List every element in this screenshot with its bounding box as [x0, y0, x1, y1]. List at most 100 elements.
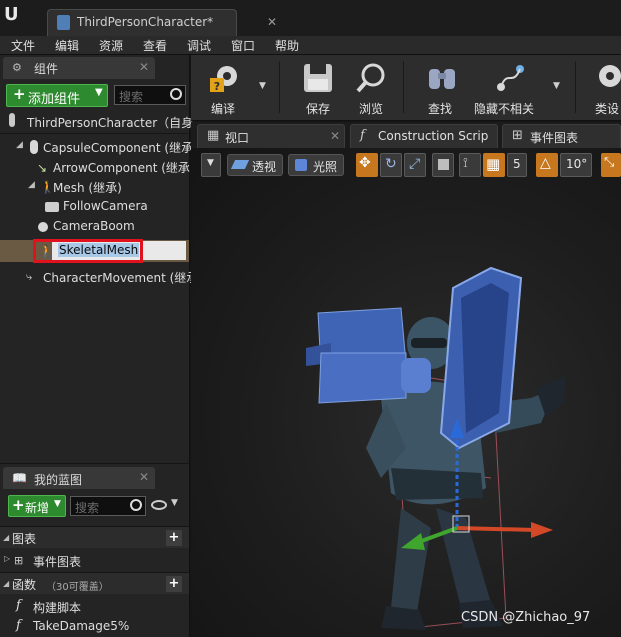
- tree-item-follow-camera[interactable]: FollowCamera: [0, 197, 189, 217]
- surface-snap-button[interactable]: ⟟: [459, 153, 481, 177]
- browse-icon: [356, 63, 385, 93]
- close-icon[interactable]: ✕: [267, 15, 277, 29]
- tree-item-camera-boom[interactable]: CameraBoom: [0, 217, 189, 237]
- my-blueprint-tab[interactable]: 📖 我的蓝图 ✕: [3, 467, 155, 489]
- class-settings-label: 类设: [595, 102, 620, 116]
- function-label: TakeDamage5%: [33, 619, 130, 633]
- rotation-snap-value-label: 10°: [566, 157, 588, 171]
- find-button[interactable]: 查找: [417, 57, 467, 119]
- components-panel: ⚙ 组件 ✕ + 添加组件 ▼ 搜索 ThirdPersonCharacter（…: [0, 55, 203, 463]
- components-tab-label: 组件: [34, 62, 59, 76]
- nodes-icon: [497, 65, 524, 91]
- function-item-take-damage[interactable]: f TakeDamage5%: [0, 616, 189, 636]
- unreal-logo-icon[interactable]: U: [4, 4, 26, 26]
- function-icon: f: [360, 128, 365, 143]
- collapse-arrow-icon: ◢: [3, 533, 10, 542]
- tab-construction-script[interactable]: f Construction Scrip: [350, 124, 498, 148]
- grid-snap-value[interactable]: 5: [507, 153, 527, 177]
- character-boot: [381, 606, 426, 630]
- surface-snap-icon: ⟟: [463, 156, 468, 171]
- blueprint-search-input[interactable]: 搜索: [70, 496, 146, 516]
- character-icon: [9, 113, 15, 127]
- watermark: CSDN @Zhichao_97: [461, 610, 591, 625]
- tree-item-capsule[interactable]: ◢ CapsuleComponent (继承): [0, 137, 198, 157]
- chevron-down-icon: ▼: [207, 158, 214, 168]
- my-blueprint-tab-label: 我的蓝图: [34, 473, 83, 487]
- chevron-down-icon[interactable]: ▼: [553, 81, 560, 91]
- function-item-construction-script[interactable]: f 构建脚本: [0, 596, 189, 616]
- search-placeholder: 搜索: [75, 501, 100, 515]
- character-goggles: [411, 338, 447, 348]
- move-icon: ✥: [359, 155, 371, 171]
- hide-unrelated-button[interactable]: 隐藏不相关: [473, 57, 547, 119]
- component-search-input[interactable]: 搜索: [114, 85, 186, 105]
- menu-view[interactable]: 查看: [143, 37, 167, 54]
- menu-debug[interactable]: 调试: [187, 37, 211, 54]
- graph-icon: ⊞: [512, 128, 523, 143]
- tab-viewport-label: 视口: [225, 131, 250, 145]
- tree-item-label: Mesh (继承): [53, 181, 122, 195]
- hide-unrelated-label: 隐藏不相关: [474, 102, 535, 116]
- tree-item-label: FollowCamera: [63, 199, 148, 213]
- camera-icon: [45, 202, 59, 212]
- scale-icon: ⤢: [409, 156, 421, 172]
- menu-help[interactable]: 帮助: [275, 37, 299, 54]
- add-new-button[interactable]: + 新增 ▼: [8, 495, 66, 517]
- browse-button[interactable]: 浏览: [347, 57, 397, 119]
- lit-button[interactable]: 光照: [288, 154, 344, 176]
- save-button[interactable]: 保存: [293, 57, 343, 119]
- character-belt: [391, 468, 483, 500]
- add-graph-button[interactable]: +: [166, 530, 182, 546]
- menu-file[interactable]: 文件: [11, 37, 35, 54]
- scale-snap-toggle[interactable]: ⤡: [601, 153, 621, 177]
- add-component-label: 添加组件: [28, 92, 81, 107]
- class-settings-button[interactable]: 类设: [587, 57, 621, 119]
- add-component-button[interactable]: + 添加组件 ▼: [6, 84, 108, 107]
- toolbar-separator: [279, 61, 280, 113]
- functions-section[interactable]: ◢ 函数 （30可覆盖） +: [0, 572, 189, 594]
- coordinate-space-button[interactable]: [432, 153, 454, 177]
- expand-arrow-icon: ◢: [28, 180, 35, 190]
- add-function-button[interactable]: +: [166, 576, 182, 592]
- grid-snap-toggle[interactable]: ▦: [483, 153, 505, 177]
- menu-edit[interactable]: 编辑: [55, 37, 79, 54]
- graphs-section[interactable]: ◢ 图表 +: [0, 526, 189, 548]
- menu-assets[interactable]: 资源: [99, 37, 123, 54]
- save-label: 保存: [306, 102, 331, 116]
- chevron-down-icon[interactable]: ▼: [259, 81, 266, 91]
- chevron-down-icon[interactable]: ▼: [171, 498, 178, 508]
- rotate-mode-button[interactable]: ↻: [380, 153, 402, 177]
- tab-event-graph[interactable]: ⊞ 事件图表: [502, 124, 621, 148]
- viewport-options-button[interactable]: ▼: [201, 153, 221, 177]
- menu-window[interactable]: 窗口: [231, 37, 255, 54]
- capsule-icon: [30, 140, 38, 154]
- gear-icon: [599, 65, 621, 87]
- close-icon[interactable]: ✕: [139, 60, 149, 74]
- tree-item-mesh[interactable]: ◢ 🚶 Mesh (继承): [0, 177, 189, 197]
- eye-icon[interactable]: [151, 500, 167, 510]
- grid-icon: ▦: [486, 155, 501, 173]
- components-tab[interactable]: ⚙ 组件 ✕: [3, 57, 155, 79]
- translate-mode-button[interactable]: ✥: [356, 153, 378, 177]
- editor-tabs: ▦ 视口 ✕ f Construction Scrip ⊞ 事件图表: [191, 122, 621, 148]
- plus-icon: +: [12, 496, 25, 514]
- compile-button[interactable]: ? 编译: [199, 57, 259, 119]
- character-preview[interactable]: [191, 148, 621, 637]
- rotation-snap-value[interactable]: 10°: [560, 153, 592, 177]
- tree-item-character-movement[interactable]: ⤷ CharacterMovement (继承): [0, 267, 203, 287]
- perspective-button[interactable]: 透视: [227, 154, 283, 176]
- tree-item-root[interactable]: ThirdPersonCharacter（自身: [0, 110, 193, 134]
- tree-item-arrow[interactable]: ↘ ArrowComponent (继承): [0, 157, 195, 177]
- viewport[interactable]: ▼ 透视 光照 ✥ ↻ ⤢ ⟟ ▦ 5 △ 10° ⤡ CSDN @Zhicha…: [191, 148, 621, 637]
- scale-mode-button[interactable]: ⤢: [404, 153, 426, 177]
- toolbar-separator: [403, 61, 404, 113]
- tab-viewport[interactable]: ▦ 视口 ✕: [197, 124, 345, 148]
- perspective-icon: [230, 160, 250, 169]
- event-graph-item[interactable]: ▷ ⊞ 事件图表: [0, 550, 189, 570]
- rotation-snap-toggle[interactable]: △: [536, 153, 558, 177]
- tree-item-label: CameraBoom: [53, 219, 135, 233]
- close-icon[interactable]: ✕: [139, 470, 149, 484]
- close-icon[interactable]: ✕: [330, 129, 340, 143]
- document-tab[interactable]: ThirdPersonCharacter* ✕: [47, 9, 277, 36]
- expand-arrow-icon: ▷: [4, 554, 11, 563]
